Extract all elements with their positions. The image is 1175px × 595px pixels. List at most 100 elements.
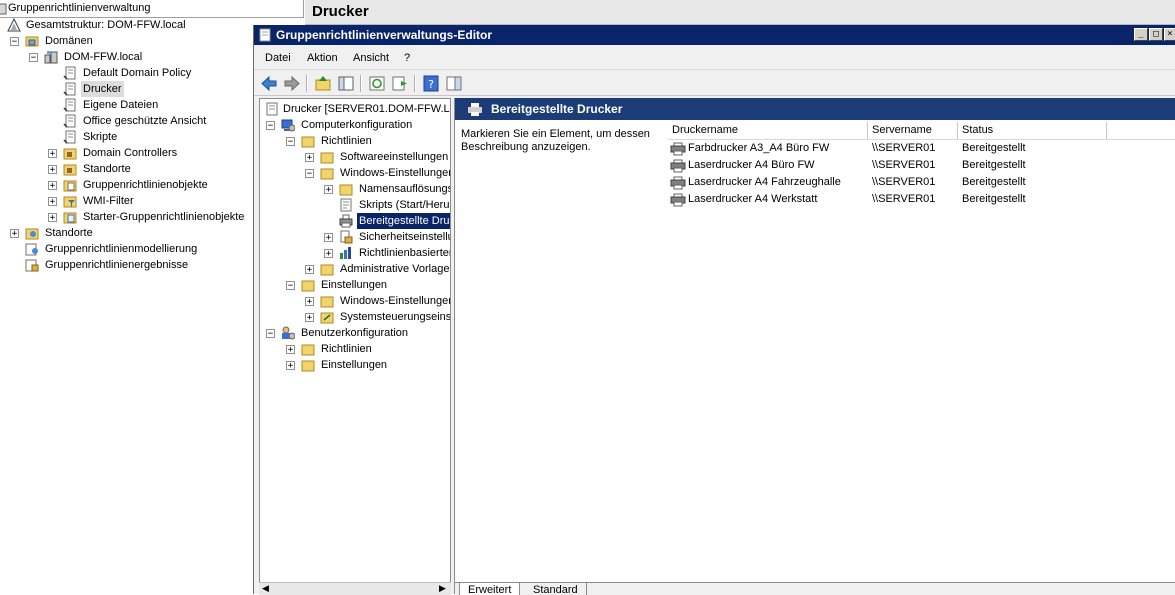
tree-item-softwareeinstellungen[interactable]: + Softwareeinstellungen [260,149,450,165]
tree-item-skripts[interactable]: Skripts (Start/Herunterfahren) [260,197,450,213]
tree-item-windows-einstellungen[interactable]: − Windows-Einstellungen [260,165,450,181]
gpmc-root-header[interactable]: Gruppenrichtlinienverwaltung [0,0,304,18]
collapse-icon[interactable]: − [29,53,38,63]
description-text: Markieren Sie ein Element, um dessen Bes… [461,128,650,153]
title-bar[interactable]: Gruppenrichtlinienverwaltungs-Editor _ □… [254,25,1175,45]
tree-label: Windows-Einstellungen [340,295,451,307]
scroll-left-icon[interactable]: ◀ [262,583,269,594]
tree-item-richtlinien[interactable]: − Richtlinien [260,133,450,149]
expand-icon[interactable]: + [305,313,314,323]
expand-icon[interactable]: + [48,165,57,175]
tree-item-user-richtlinien[interactable]: + Richtlinien [260,341,450,357]
expand-icon[interactable]: + [286,361,295,371]
ou-icon [63,164,77,176]
tree-item-computerkonfiguration[interactable]: − Computerkonfiguration [260,117,450,133]
expand-icon[interactable]: + [286,345,295,355]
tree-item-qos[interactable]: + Richtlinienbasierter QoS [260,245,450,261]
folder-icon [320,264,334,276]
tree-label: Gesamtstruktur: DOM-FFW.local [26,19,186,31]
expand-icon[interactable]: + [324,185,333,195]
action-pane-icon[interactable] [445,75,463,92]
tree-item-einstellungen[interactable]: − Einstellungen [260,277,450,293]
collapse-icon[interactable]: − [286,281,295,291]
expand-icon[interactable]: + [305,297,314,307]
status: Bereitgestellt [962,142,1026,154]
tree-item-gpo-root[interactable]: Drucker [SERVER01.DOM-FFW.LOCAL] [260,101,450,117]
expand-icon[interactable]: + [305,153,314,163]
list-row[interactable]: Laserdrucker A4 Fahrzeughalle \\SERVER01… [668,174,1108,191]
forward-arrow-icon[interactable] [283,75,301,92]
export-list-icon[interactable] [391,75,409,92]
details-pane: Bereitgestellte Drucker Markieren Sie ei… [454,98,1175,595]
close-button[interactable]: × [1164,28,1175,41]
expand-icon[interactable]: + [305,265,314,275]
ou-icon [63,148,77,160]
column-druckername[interactable]: Druckername [668,122,868,139]
details-header: Bereitgestellte Drucker [455,98,1175,120]
expand-icon[interactable]: + [10,229,19,239]
tree-label: Benutzerkonfiguration [301,327,409,339]
collapse-icon[interactable]: − [10,37,19,47]
collapse-icon[interactable]: − [286,137,295,147]
expand-icon[interactable]: + [48,197,57,207]
menu-aktion[interactable]: Aktion [307,52,338,64]
show-hide-tree-icon[interactable] [337,75,355,92]
menu-help[interactable]: ? [404,52,410,64]
sites-icon [25,228,39,240]
back-arrow-icon[interactable] [260,75,278,92]
column-servername[interactable]: Servername [868,122,958,139]
printer-icon [670,142,686,156]
tree-label: Computerkonfiguration [301,119,413,131]
tab-erweitert[interactable]: Erweitert [459,583,521,595]
printer-name: Laserdrucker A4 Büro FW [688,159,815,171]
folder-icon [301,136,315,148]
editor-tree-pane: Drucker [SERVER01.DOM-FFW.LOCAL] − Compu… [259,98,451,594]
tree-item-benutzerkonfiguration[interactable]: − Benutzerkonfiguration [260,325,450,341]
tree-item-pref-windows-einstellungen[interactable]: + Windows-Einstellungen [260,293,451,309]
menu-datei[interactable]: Datei [265,52,291,64]
tab-standard[interactable]: Standard [525,583,587,595]
printer-icon [670,193,686,207]
list-row[interactable]: Laserdrucker A4 Werkstatt \\SERVER01 Ber… [668,191,1108,208]
tree-item-bereitgestellte-drucker[interactable]: Bereitgestellte Drucker [260,213,450,229]
expand-icon[interactable]: + [48,181,57,191]
tree-label: Sicherheitseinstellungen [359,231,450,243]
tree-label-selected: Bereitgestellte Drucker [357,213,450,229]
tree-item-admin-vorlagen[interactable]: + Administrative Vorlagen [260,261,450,277]
tree-label: Systemsteuerungseinstellungen [340,311,451,323]
printer-name: Laserdrucker A4 Werkstatt [688,193,818,205]
up-folder-icon[interactable] [314,75,332,92]
printer-name: Farbdrucker A3_A4 Büro FW [688,142,830,154]
toolbar-separator [306,75,308,92]
scroll-right-icon[interactable]: ▶ [439,583,446,594]
help-icon[interactable]: ? [422,75,440,92]
collapse-icon[interactable]: − [305,169,314,179]
expand-icon[interactable]: + [324,233,333,243]
tree-item-user-einstellungen[interactable]: + Einstellungen [260,357,450,373]
column-status[interactable]: Status [958,122,1107,139]
collapse-icon[interactable]: − [266,121,275,131]
tree-item-namensaufloesung[interactable]: + Namensauflösungsrichtlinie [260,181,450,197]
tree-label: Gruppenrichtlinienmodellierung [45,243,198,255]
tree-horizontal-scrollbar[interactable]: ◀ ▶ [259,582,451,595]
maximize-button[interactable]: □ [1149,28,1163,41]
control-panel-icon [320,312,334,324]
tree-label: Standorte [83,163,131,175]
status: Bereitgestellt [962,159,1026,171]
list-row[interactable]: Farbdrucker A3_A4 Büro FW \\SERVER01 Ber… [668,140,1108,157]
collapse-icon[interactable]: − [266,329,275,339]
folder-icon [320,168,334,180]
refresh-icon[interactable] [368,75,386,92]
server-name: \\SERVER01 [872,176,936,188]
tree-item-sicherheitseinstellungen[interactable]: + Sicherheitseinstellungen [260,229,450,245]
expand-icon[interactable]: + [48,149,57,159]
expand-icon[interactable]: + [324,249,333,259]
menu-ansicht[interactable]: Ansicht [353,52,389,64]
computer-config-icon [281,119,295,132]
domains-folder-icon [25,36,39,47]
folder-icon [320,296,334,308]
tree-item-systemsteuerung[interactable]: + Systemsteuerungseinstellungen [260,309,451,325]
minimize-button[interactable]: _ [1134,28,1148,41]
expand-icon[interactable]: + [48,213,57,223]
list-row[interactable]: Laserdrucker A4 Büro FW \\SERVER01 Berei… [668,157,1108,174]
